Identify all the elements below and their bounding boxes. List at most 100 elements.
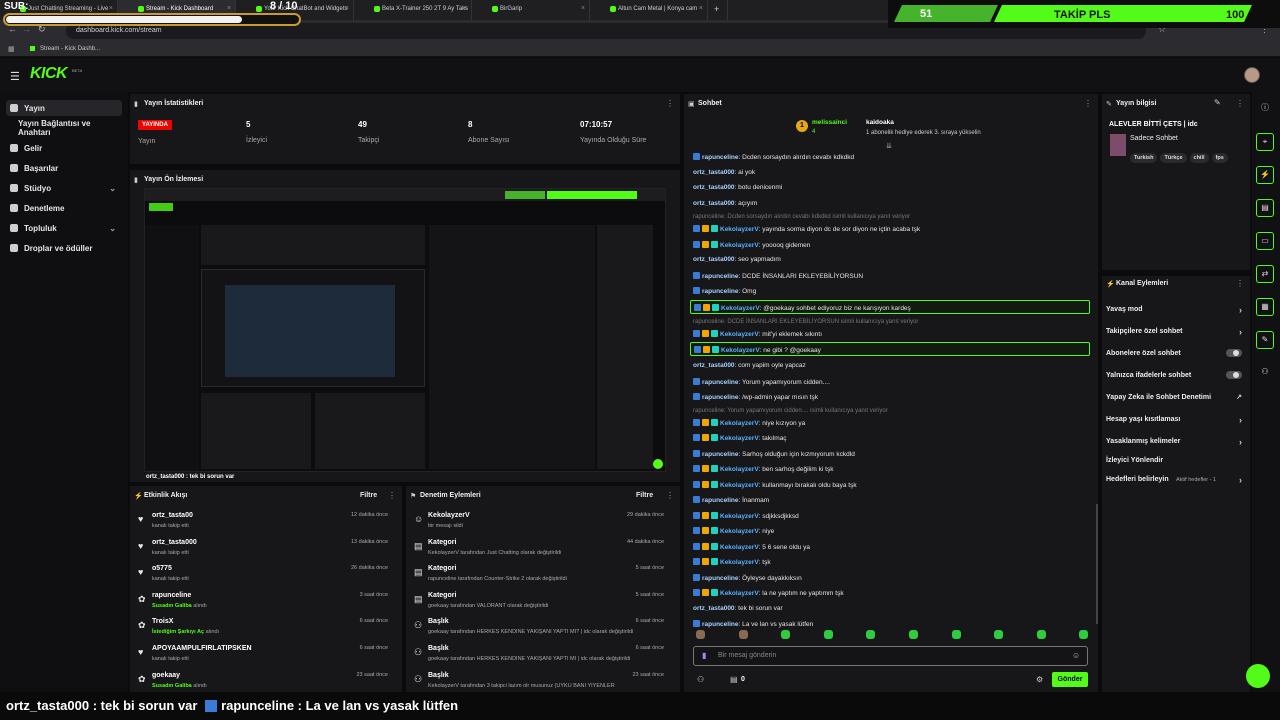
chat-username[interactable]: KekolayzerV: [720, 528, 759, 535]
grid-icon[interactable]: ▦: [1256, 298, 1274, 316]
emoji-icon[interactable]: ☺: [1072, 651, 1080, 660]
chat-settings-icon[interactable]: ⚙: [1036, 675, 1043, 684]
channel-actions-menu-icon[interactable]: ⋮: [1236, 279, 1244, 288]
chat-username[interactable]: rapunceline: [702, 154, 738, 161]
stats-menu-icon[interactable]: ⋮: [666, 99, 674, 108]
message-icon[interactable]: ▭: [1256, 232, 1274, 250]
chat-username[interactable]: rapunceline: [702, 288, 738, 295]
sidebar-item[interactable]: Yayın: [6, 100, 122, 116]
channel-action-row[interactable]: Yalnızca ifadelerle sohbet: [1106, 371, 1242, 379]
chevron-right-icon[interactable]: ›: [1239, 437, 1242, 447]
activity-menu-icon[interactable]: ⋮: [388, 491, 396, 500]
chat-menu-icon[interactable]: ⋮: [1084, 99, 1092, 108]
chat-username[interactable]: KekolayzerV: [721, 305, 760, 312]
channel-action-row[interactable]: Yasaklanmış kelimeler ›: [1106, 437, 1242, 447]
document-icon[interactable]: ▤: [1256, 199, 1274, 217]
chat-username[interactable]: KekolayzerV: [720, 559, 759, 566]
stream-info-menu-icon[interactable]: ⋮: [1236, 99, 1244, 108]
activity-user[interactable]: TroisX: [152, 618, 173, 625]
browser-tab[interactable]: BirGarip ×: [472, 0, 590, 20]
moderation-menu-icon[interactable]: ⋮: [666, 491, 674, 500]
moderation-title-text[interactable]: Kategori: [428, 592, 456, 599]
chat-username[interactable]: KekolayzerV: [720, 513, 759, 520]
chat-username[interactable]: KekolayzerV: [721, 347, 760, 354]
send-button[interactable]: Gönder: [1052, 672, 1088, 687]
activity-user[interactable]: APOYAAMPULFIRLATIPSKEN: [152, 645, 252, 652]
sidebar-item[interactable]: Yayın Bağlantısı ve Anahtarı: [6, 119, 122, 137]
chat-username[interactable]: KekolayzerV: [720, 482, 759, 489]
chat-username[interactable]: rapunceline: [702, 379, 738, 386]
stream-tag[interactable]: Türkçe: [1160, 153, 1187, 163]
sidebar-item[interactable]: Gelir: [6, 140, 122, 156]
target-icon[interactable]: ⌖: [1256, 133, 1274, 151]
chat-username[interactable]: ortz_tasta000: [693, 184, 735, 191]
chat-username[interactable]: ortz_tasta000: [693, 256, 735, 263]
chat-username[interactable]: ortz_tasta000: [693, 605, 735, 612]
chat-username[interactable]: ortz_tasta000: [693, 200, 735, 207]
sidebar-item[interactable]: Başarılar: [6, 160, 122, 176]
chat-scrollbar[interactable]: [1096, 504, 1098, 624]
chat-username[interactable]: KekolayzerV: [720, 466, 759, 473]
chat-username[interactable]: rapunceline: [702, 575, 738, 582]
activity-user[interactable]: ortz_tasta000: [152, 539, 197, 546]
activity-user[interactable]: goekaay: [152, 672, 180, 679]
moderation-title-text[interactable]: Kategori: [428, 539, 456, 546]
channel-action-row[interactable]: Hesap yaşı kısıtlaması ›: [1106, 415, 1242, 425]
kick-logo[interactable]: KICK: [30, 65, 68, 83]
chat-username[interactable]: rapunceline: [702, 273, 738, 280]
lightning-icon[interactable]: ⚡: [1256, 166, 1274, 184]
chat-username[interactable]: rapunceline: [702, 451, 738, 458]
pin-user2[interactable]: kaidoaka: [866, 119, 894, 126]
stream-preview-video[interactable]: [144, 188, 666, 472]
swap-icon[interactable]: ⇄: [1256, 265, 1274, 283]
stream-tag[interactable]: chill: [1189, 153, 1209, 163]
emote-icon[interactable]: [781, 630, 791, 639]
toggle-switch[interactable]: [1226, 349, 1242, 357]
moderation-title-text[interactable]: Başlık: [428, 672, 449, 679]
chat-input-box[interactable]: ▮ Bir mesaj gönderin ☺: [693, 646, 1088, 666]
sidebar-item[interactable]: Stüdyo ⌄: [6, 180, 122, 196]
emote-icon[interactable]: [994, 630, 1004, 639]
moderation-filter-button[interactable]: Filtre: [636, 492, 653, 499]
chevron-down-icon[interactable]: ⌄: [109, 184, 116, 193]
browser-tab[interactable]: Beta X-Trainer 250 2T 9 Ay Taks ×: [354, 0, 472, 20]
chat-username[interactable]: rapunceline: [702, 394, 738, 401]
new-tab-icon[interactable]: +: [708, 0, 728, 20]
sidebar-item[interactable]: Droplar ve ödüller: [6, 240, 122, 256]
community-icon[interactable]: ⚇: [1256, 364, 1274, 382]
user-avatar[interactable]: [1244, 67, 1260, 83]
moderation-title-text[interactable]: Kategori: [428, 565, 456, 572]
chat-input-placeholder[interactable]: Bir mesaj gönderin: [718, 652, 776, 659]
chat-username[interactable]: KekolayzerV: [720, 544, 759, 551]
pin-user[interactable]: melissainci: [812, 119, 847, 126]
pin-expand-icon[interactable]: ⇊: [886, 142, 892, 150]
channel-action-row[interactable]: Takipçilere özel sohbet ›: [1106, 327, 1242, 337]
activity-user[interactable]: rapunceline: [152, 592, 191, 599]
moderation-title-text[interactable]: KekolayzerV: [428, 512, 470, 519]
channel-action-row[interactable]: Hedefleri belirleyin › Aktif hedefler - 1: [1106, 475, 1242, 485]
sidebar-item[interactable]: Denetleme: [6, 200, 122, 216]
apps-icon[interactable]: ▦: [8, 45, 15, 53]
channel-action-row[interactable]: Yapay Zeka ile Sohbet Denetimi ↗: [1106, 394, 1242, 401]
sidebar-item[interactable]: Topluluk ⌄: [6, 220, 122, 236]
channel-action-row[interactable]: Abonelere özel sohbet: [1106, 349, 1242, 357]
chat-username[interactable]: KekolayzerV: [720, 226, 759, 233]
tab-close-icon[interactable]: ×: [227, 5, 231, 12]
emote-icon[interactable]: [696, 630, 705, 639]
tab-close-icon[interactable]: ×: [581, 5, 585, 12]
stream-tag[interactable]: Turkish: [1130, 153, 1158, 163]
channel-action-row[interactable]: Yavaş mod ›: [1106, 305, 1242, 315]
wrench-icon[interactable]: ✎: [1256, 331, 1274, 349]
edit-icon[interactable]: ✎: [1214, 98, 1221, 107]
activity-user[interactable]: ortz_tasta00: [152, 512, 193, 519]
category-name[interactable]: Sadece Sohbet: [1130, 135, 1178, 142]
community-icon[interactable]: ⚇: [697, 675, 704, 684]
toggle-switch[interactable]: [1226, 371, 1242, 379]
browser-tab[interactable]: Altun Cam Metal | Konya cam ×: [590, 0, 708, 20]
tab-close-icon[interactable]: ×: [699, 5, 703, 12]
bookmark-item[interactable]: Stream - Kick Dashb...: [40, 46, 100, 52]
gift-icon[interactable]: ▤: [730, 675, 738, 684]
emote-icon[interactable]: [909, 630, 918, 639]
chat-username[interactable]: ortz_tasta000: [693, 169, 735, 176]
activity-user[interactable]: o5775: [152, 565, 172, 572]
